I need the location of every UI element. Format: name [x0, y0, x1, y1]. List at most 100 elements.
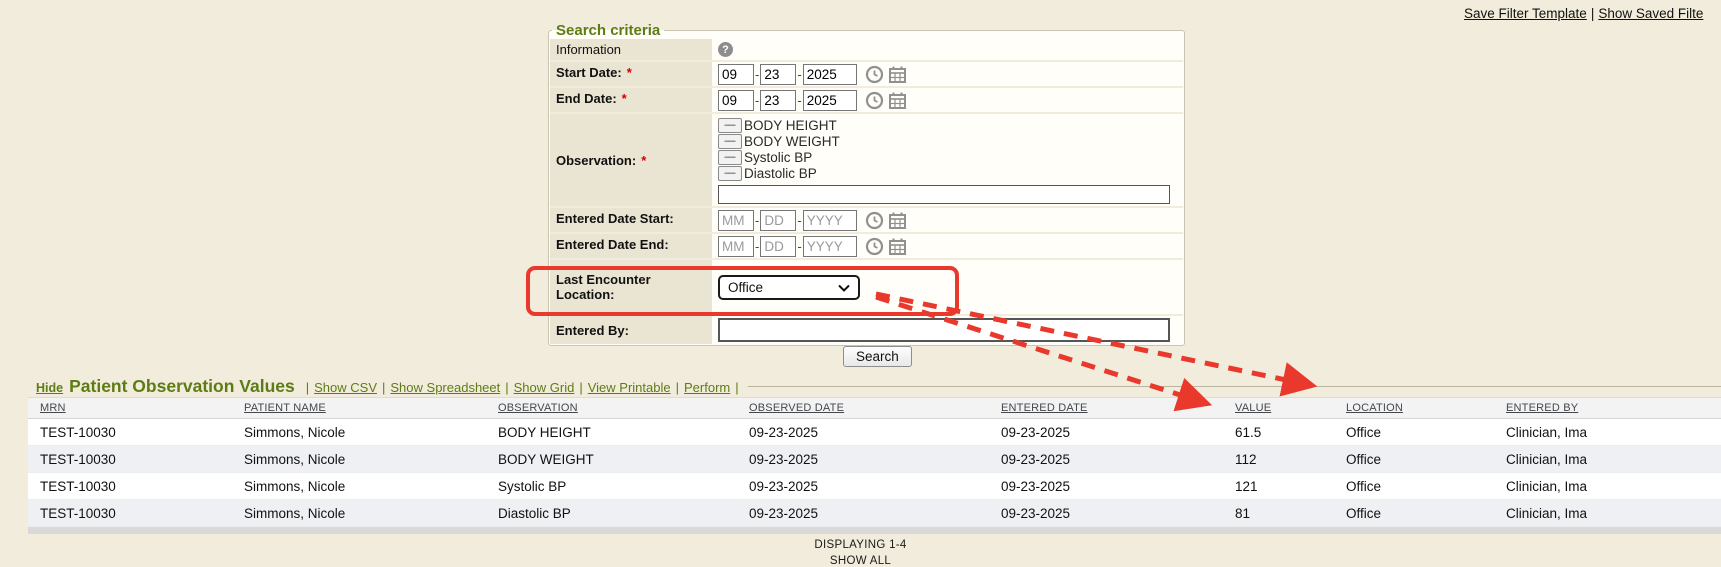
last-encounter-label-line1: Last Encounter: [556, 272, 651, 287]
perform-link[interactable]: Perform: [684, 380, 730, 395]
cell-value: 81: [1235, 506, 1346, 521]
show-grid-link[interactable]: Show Grid: [514, 380, 575, 395]
date-separator: -: [755, 239, 759, 254]
remove-observation-button[interactable]: —: [718, 134, 742, 149]
entered-date-start-label: Entered Date Start:: [556, 211, 674, 226]
table-row: TEST-10030 Simmons, Nicole Systolic BP 0…: [28, 473, 1721, 500]
remove-observation-button[interactable]: —: [718, 150, 742, 165]
entered-by-label: Entered By:: [556, 323, 629, 338]
table-row: TEST-10030 Simmons, Nicole BODY WEIGHT 0…: [28, 446, 1721, 473]
cell-location: Office: [1346, 506, 1506, 521]
search-button[interactable]: Search: [843, 346, 912, 367]
observation-item: — Diastolic BP: [718, 166, 1177, 181]
cell-entered-date: 09-23-2025: [1001, 452, 1235, 467]
link-separator: |: [382, 380, 385, 395]
cell-entered-date: 09-23-2025: [1001, 479, 1235, 494]
cell-entered-by: Clinician, Ima: [1506, 452, 1721, 467]
cell-entered-date: 09-23-2025: [1001, 425, 1235, 440]
column-header-observed-date[interactable]: OBSERVED DATE: [749, 402, 1001, 414]
link-separator: |: [306, 380, 309, 395]
table-row: TEST-10030 Simmons, Nicole Diastolic BP …: [28, 500, 1721, 527]
displaying-text: DISPLAYING 1-4: [0, 539, 1721, 551]
cell-entered-date: 09-23-2025: [1001, 506, 1235, 521]
start-date-label: Start Date:: [556, 65, 622, 80]
view-printable-link[interactable]: View Printable: [588, 380, 671, 395]
clock-icon[interactable]: [865, 237, 884, 256]
date-separator: -: [797, 213, 801, 228]
cell-entered-by: Clinician, Ima: [1506, 425, 1721, 440]
entered-by-input[interactable]: [718, 318, 1170, 342]
help-icon[interactable]: ?: [718, 42, 733, 57]
show-saved-filters-link[interactable]: Show Saved Filte: [1598, 6, 1703, 21]
entered-date-start-row: Entered Date Start: MM-DD-YYYY: [550, 208, 1183, 234]
information-row: Information ?: [550, 39, 1183, 62]
start-date-month-input[interactable]: 09: [718, 64, 754, 85]
link-separator: |: [1591, 6, 1595, 21]
observation-item-label: Systolic BP: [744, 150, 812, 165]
column-header-patient-name[interactable]: PATIENT NAME: [244, 402, 498, 414]
cell-observed-date: 09-23-2025: [749, 506, 1001, 521]
column-header-entered-by[interactable]: ENTERED BY: [1506, 402, 1721, 414]
cell-patient-name: Simmons, Nicole: [244, 506, 498, 521]
end-date-label: End Date:: [556, 91, 617, 106]
entered-start-day-input[interactable]: DD: [760, 210, 796, 231]
cell-observed-date: 09-23-2025: [749, 452, 1001, 467]
column-header-location[interactable]: LOCATION: [1346, 402, 1506, 414]
date-separator: -: [797, 239, 801, 254]
title-divider-line: [748, 386, 1721, 387]
column-header-entered-date[interactable]: ENTERED DATE: [1001, 402, 1235, 414]
column-header-value[interactable]: VALUE: [1235, 402, 1346, 414]
link-separator: |: [505, 380, 508, 395]
link-separator: |: [579, 380, 582, 395]
cell-patient-name: Simmons, Nicole: [244, 479, 498, 494]
table-row: TEST-10030 Simmons, Nicole BODY HEIGHT 0…: [28, 419, 1721, 446]
start-date-day-input[interactable]: 23: [760, 64, 796, 85]
search-criteria-legend: Search criteria: [552, 22, 664, 39]
observation-item: — Systolic BP: [718, 150, 1177, 165]
end-date-year-input[interactable]: 2025: [803, 90, 857, 111]
observation-item: — BODY HEIGHT: [718, 118, 1177, 133]
column-header-mrn[interactable]: MRN: [40, 402, 244, 414]
cell-location: Office: [1346, 452, 1506, 467]
entered-end-year-input[interactable]: YYYY: [803, 236, 857, 257]
observation-row: Observation:* — BODY HEIGHT — BODY WEIGH…: [550, 114, 1183, 208]
column-header-observation[interactable]: OBSERVATION: [498, 402, 749, 414]
start-date-row: Start Date:* 09-23-2025: [550, 62, 1183, 88]
entered-end-month-input[interactable]: MM: [718, 236, 754, 257]
calendar-icon[interactable]: [888, 211, 907, 230]
calendar-icon[interactable]: [888, 91, 907, 110]
cell-patient-name: Simmons, Nicole: [244, 452, 498, 467]
save-filter-template-link[interactable]: Save Filter Template: [1464, 6, 1587, 21]
show-csv-link[interactable]: Show CSV: [314, 380, 377, 395]
clock-icon[interactable]: [865, 65, 884, 84]
table-header-row: MRN PATIENT NAME OBSERVATION OBSERVED DA…: [28, 397, 1721, 419]
remove-observation-button[interactable]: —: [718, 166, 742, 181]
last-encounter-location-row: Last Encounter Location: Office: [550, 260, 1183, 316]
show-all-link[interactable]: SHOW ALL: [830, 555, 891, 567]
clock-icon[interactable]: [865, 211, 884, 230]
cell-value: 61.5: [1235, 425, 1346, 440]
entered-start-year-input[interactable]: YYYY: [803, 210, 857, 231]
remove-observation-button[interactable]: —: [718, 118, 742, 133]
end-date-day-input[interactable]: 23: [760, 90, 796, 111]
calendar-icon[interactable]: [888, 65, 907, 84]
end-date-month-input[interactable]: 09: [718, 90, 754, 111]
cell-observation: Diastolic BP: [498, 506, 749, 521]
cell-observed-date: 09-23-2025: [749, 425, 1001, 440]
end-date-row: End Date:* 09-23-2025: [550, 88, 1183, 114]
show-spreadsheet-link[interactable]: Show Spreadsheet: [390, 380, 500, 395]
last-encounter-location-select[interactable]: Office: [718, 275, 860, 300]
entered-end-day-input[interactable]: DD: [760, 236, 796, 257]
observation-search-input[interactable]: [718, 185, 1170, 204]
hide-link[interactable]: Hide: [36, 381, 63, 395]
calendar-icon[interactable]: [888, 237, 907, 256]
entered-by-row: Entered By:: [550, 316, 1183, 344]
cell-entered-by: Clinician, Ima: [1506, 506, 1721, 521]
clock-icon[interactable]: [865, 91, 884, 110]
entered-date-end-label: Entered Date End:: [556, 237, 669, 252]
required-asterisk: *: [641, 153, 646, 168]
cell-mrn: TEST-10030: [40, 425, 244, 440]
start-date-year-input[interactable]: 2025: [803, 64, 857, 85]
entered-start-month-input[interactable]: MM: [718, 210, 754, 231]
last-encounter-label-line2: Location:: [556, 287, 615, 302]
